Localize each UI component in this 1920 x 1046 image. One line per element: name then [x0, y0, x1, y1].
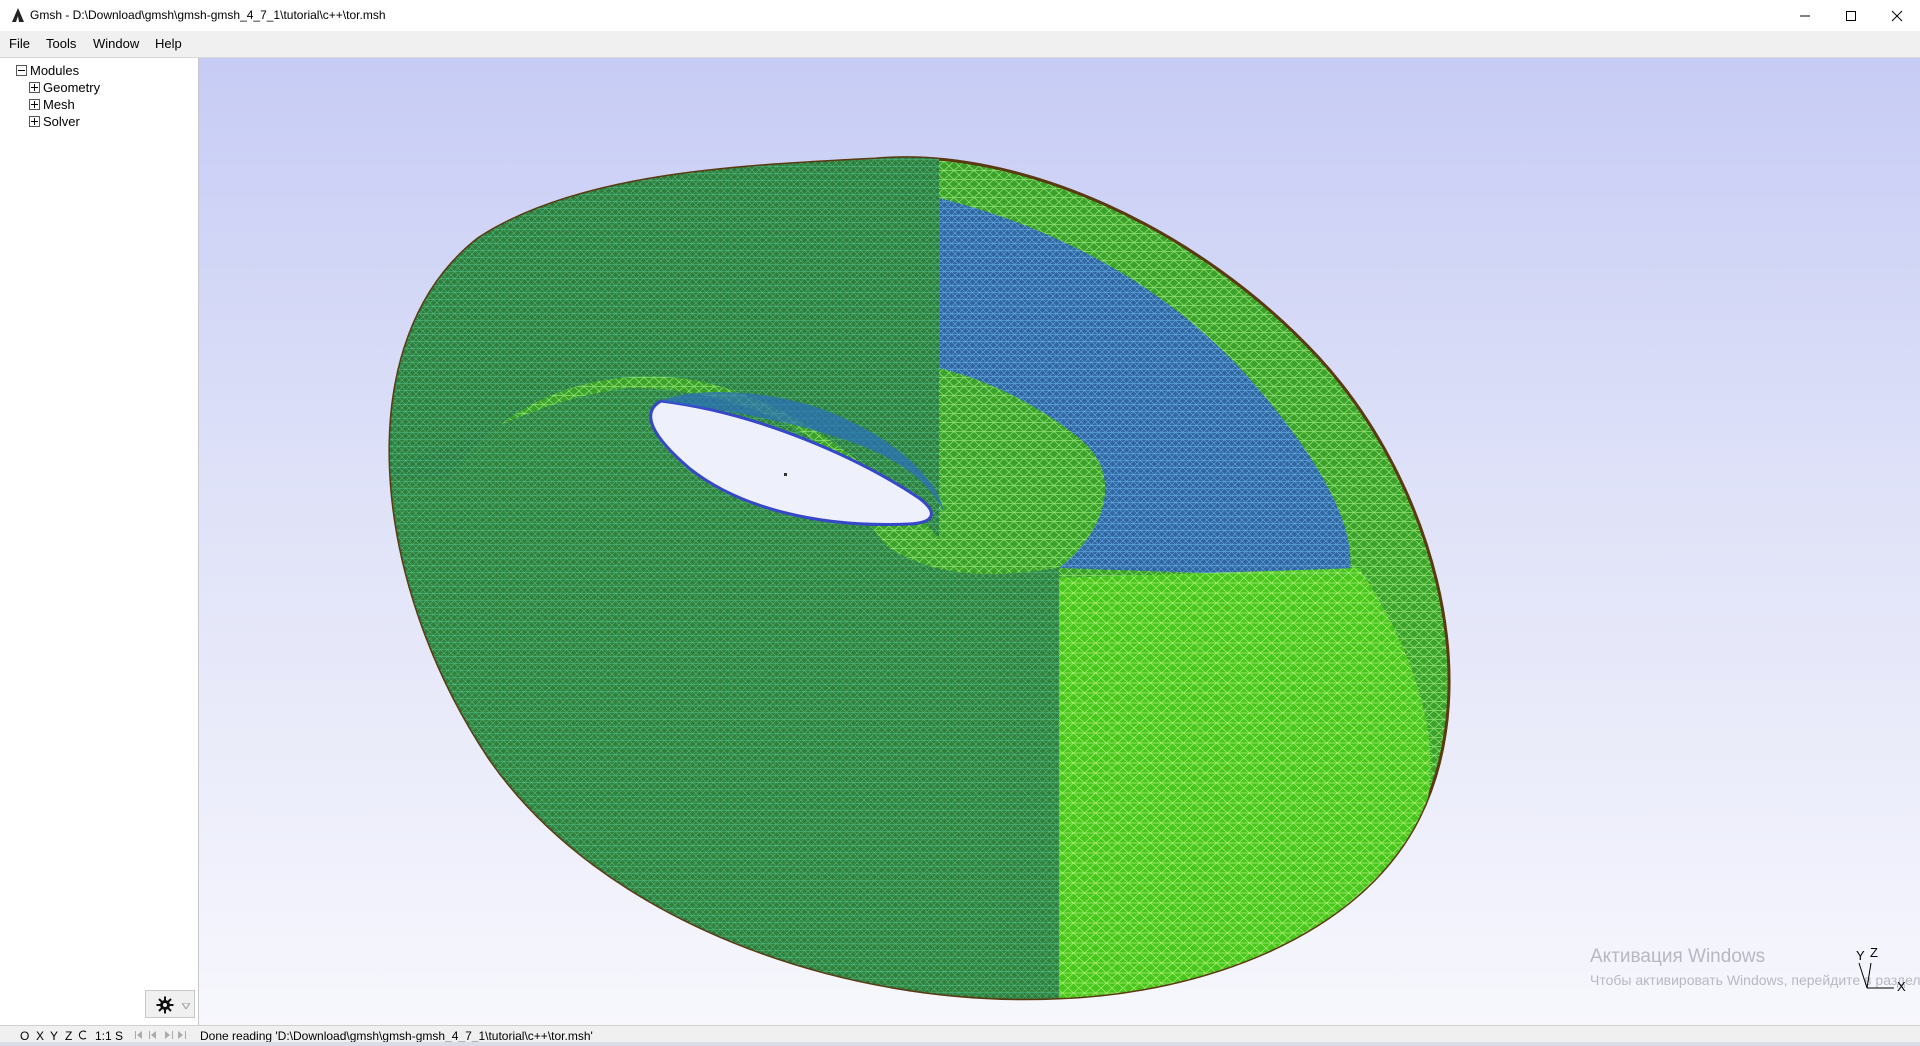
options-gear-button[interactable] — [145, 990, 195, 1018]
select-button[interactable]: S — [115, 1029, 123, 1043]
gear-icon — [156, 996, 174, 1014]
center-point — [784, 473, 787, 476]
expand-icon[interactable] — [29, 99, 40, 110]
menu-bar: File Tools Window Help — [0, 31, 1920, 58]
close-icon — [1891, 10, 1903, 22]
menu-tools[interactable]: Tools — [44, 36, 78, 51]
expand-icon[interactable] — [29, 116, 40, 127]
tree-item-label: Geometry — [43, 80, 101, 95]
torus-mesh-region-bright — [1059, 568, 1431, 999]
torus-mesh[interactable] — [199, 58, 1920, 1025]
axes-indicator: X Y Z — [1856, 945, 1906, 994]
axis-x-label: X — [1897, 979, 1906, 994]
maximize-button[interactable] — [1828, 0, 1874, 31]
maximize-icon — [1846, 11, 1856, 21]
axis-z-label: Z — [1870, 945, 1878, 960]
title-bar: Gmsh - D:\Download\gmsh\gmsh-gmsh_4_7_1\… — [0, 0, 1920, 32]
playback-controls-icon[interactable] — [133, 1029, 193, 1041]
scale-1-1-button[interactable]: 1:1 — [95, 1029, 112, 1043]
graphics-viewport[interactable]: Активация Windows Чтобы активировать Win… — [199, 58, 1920, 1025]
view-z-button[interactable]: Z — [65, 1029, 72, 1043]
status-bar: O X Y Z 1:1 S Done reading 'D:\Download\… — [0, 1025, 1920, 1046]
view-y-button[interactable]: Y — [50, 1029, 58, 1043]
menu-window[interactable]: Window — [91, 36, 141, 51]
dropdown-arrow-icon — [182, 1003, 190, 1009]
status-progress-strip — [0, 1042, 1920, 1046]
axis-y-label: Y — [1856, 948, 1865, 963]
minimize-button[interactable] — [1782, 0, 1828, 31]
tree-item-label: Solver — [43, 114, 80, 129]
expand-icon[interactable] — [29, 82, 40, 93]
collapse-icon[interactable] — [16, 65, 27, 76]
rotate-icon[interactable] — [78, 1029, 88, 1042]
tree-root-label: Modules — [30, 63, 80, 78]
status-message: Done reading 'D:\Download\gmsh\gmsh-gmsh… — [200, 1029, 593, 1043]
tree-item-label: Mesh — [43, 97, 75, 112]
gmsh-app-icon — [12, 8, 24, 22]
close-button[interactable] — [1874, 0, 1920, 31]
menu-help[interactable]: Help — [153, 36, 184, 51]
view-origin-button[interactable]: O — [20, 1029, 29, 1043]
window-title: Gmsh - D:\Download\gmsh\gmsh-gmsh_4_7_1\… — [30, 8, 386, 22]
menu-file[interactable]: File — [7, 36, 32, 51]
module-tree: Modules Geometry Mesh Solver — [0, 58, 199, 1025]
view-x-button[interactable]: X — [36, 1029, 44, 1043]
minimize-icon — [1800, 15, 1810, 17]
